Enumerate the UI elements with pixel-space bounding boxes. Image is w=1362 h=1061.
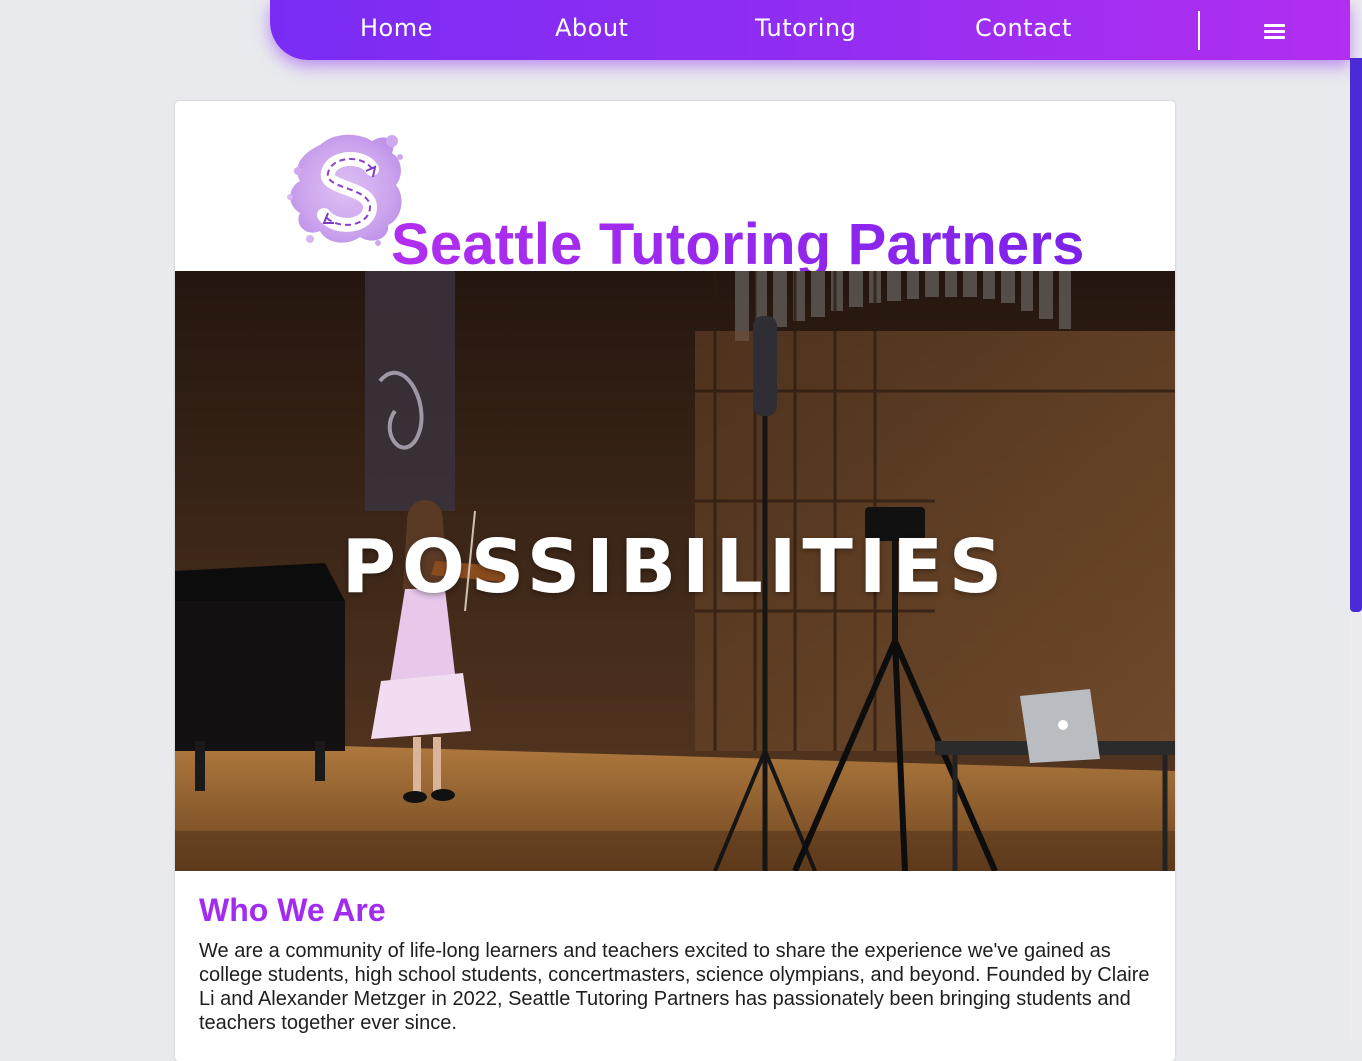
nav-contact-link[interactable]: Contact [975, 14, 1072, 42]
main-content-card: Seattle Tutoring Partners POSSIBILITIES … [175, 101, 1175, 1061]
scrollbar-thumb[interactable] [1350, 58, 1362, 612]
hero-overlay-text: POSSIBILITIES [341, 524, 1009, 610]
hero-banner: POSSIBILITIES [175, 271, 1175, 871]
site-title[interactable]: Seattle Tutoring Partners [391, 211, 1085, 278]
nav-tutoring-link[interactable]: Tutoring [755, 14, 856, 42]
nav-divider [1198, 11, 1200, 50]
hamburger-menu-icon[interactable] [1264, 22, 1286, 40]
who-we-are-heading: Who We Are [199, 892, 386, 928]
nav-home-link[interactable]: Home [360, 14, 433, 42]
nav-about-link[interactable]: About [555, 14, 628, 42]
top-navbar: Home About Tutoring Contact [270, 0, 1350, 60]
site-header: Seattle Tutoring Partners [175, 101, 1175, 277]
who-we-are-paragraph: We are a community of life-long learners… [199, 940, 1150, 1034]
